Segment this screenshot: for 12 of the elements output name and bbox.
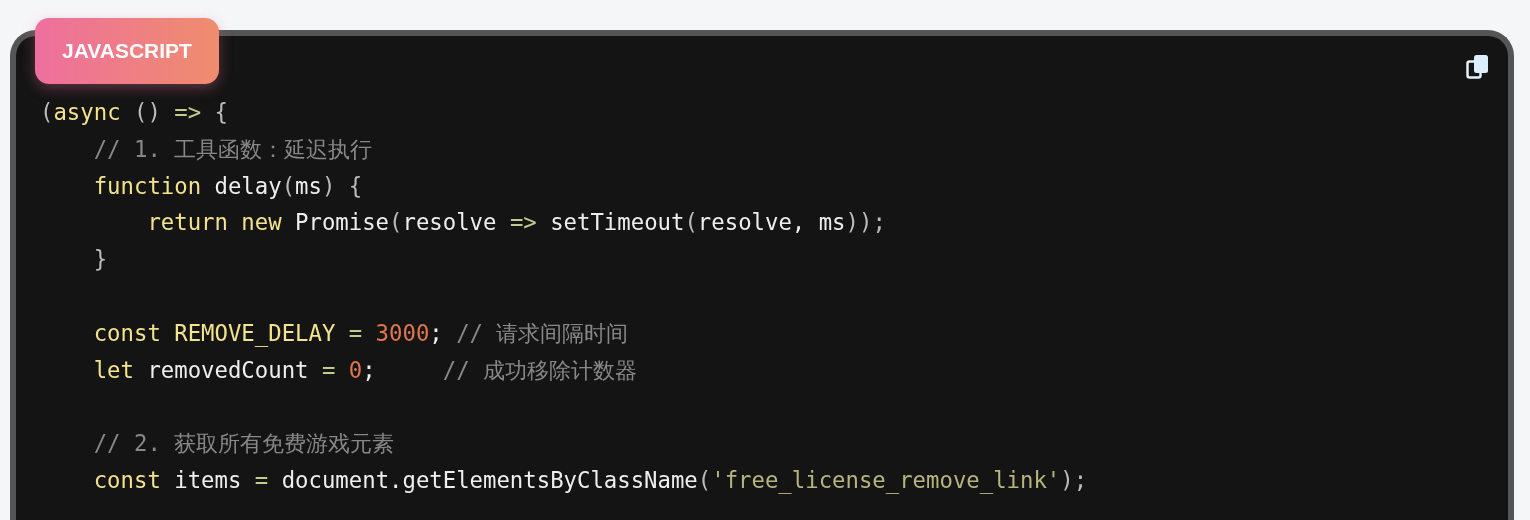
code-line: const items = document.getElementsByClassName('free_license_remove_link'); <box>92 465 1089 496</box>
code-line: return new Promise(resolve => setTimeout(resolve, ms)); <box>146 208 887 238</box>
code-line: // 1. 工具函数：延迟执行 <box>92 134 374 164</box>
language-badge: JAVASCRIPT <box>35 18 219 84</box>
code-line: const REMOVE_DELAY = 3000; // 请求间隔时间 <box>92 318 630 349</box>
code-line: (async () => { <box>40 98 229 127</box>
code-line: // 2. 获取所有免费游戏元素 <box>92 429 396 459</box>
copy-icon <box>1466 54 1490 80</box>
code-line: function delay(ms) { <box>92 171 364 201</box>
code-line: let removedCount = 0; // 成功移除计数器 <box>92 355 639 385</box>
code-line: } <box>92 245 109 275</box>
copy-button[interactable] <box>1466 54 1490 80</box>
